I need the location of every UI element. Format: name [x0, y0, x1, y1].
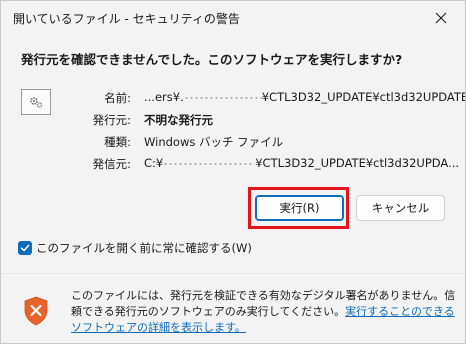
run-button[interactable]: 実行(R) — [255, 195, 344, 221]
footer-panel: このファイルには、発行元を検証できる有効なデジタル署名がありません。信頼できる発… — [1, 273, 465, 343]
close-button[interactable] — [421, 1, 461, 34]
from-value: C:¥ ¥CTL3D32_UPDATE¥ctl3d32UPDA... — [144, 156, 460, 170]
checkmark-icon — [20, 244, 30, 252]
redacted-path — [163, 159, 256, 168]
window-title: 開いているファイル - セキュリティの警告 — [13, 12, 240, 26]
publisher-value: 不明な発行元 — [144, 113, 213, 127]
security-warning-dialog: 開いているファイル - セキュリティの警告 発行元を確認できませんでした。このソ… — [0, 0, 466, 344]
from-label: 発信元: — [92, 157, 131, 171]
always-ask-checkbox[interactable] — [18, 241, 32, 255]
cancel-button[interactable]: キャンセル — [356, 195, 445, 221]
type-value: Windows バッチ ファイル — [144, 135, 284, 149]
always-ask-label: このファイルを開く前に常に確認する(W) — [36, 241, 252, 255]
publisher-label: 発行元: — [92, 113, 131, 127]
name-value: ...ers¥.¥CTL3D32_UPDATE¥ctl3d32UPDATE.ba… — [144, 90, 465, 104]
footer-message: このファイルには、発行元を検証できる有効なデジタル署名がありません。信頼できる発… — [71, 289, 456, 334]
title-bar: 開いているファイル - セキュリティの警告 — [1, 1, 465, 34]
type-label: 種類: — [104, 135, 131, 149]
close-icon — [435, 12, 447, 23]
redacted-path — [183, 93, 262, 102]
shield-warning-icon — [24, 296, 48, 326]
name-label: 名前: — [104, 91, 131, 105]
always-ask-checkbox-row[interactable]: このファイルを開く前に常に確認する(W) — [18, 240, 252, 256]
warning-question: 発行元を確認できませんでした。このソフトウェアを実行しますか? — [21, 52, 403, 67]
gear-file-icon — [21, 89, 51, 115]
